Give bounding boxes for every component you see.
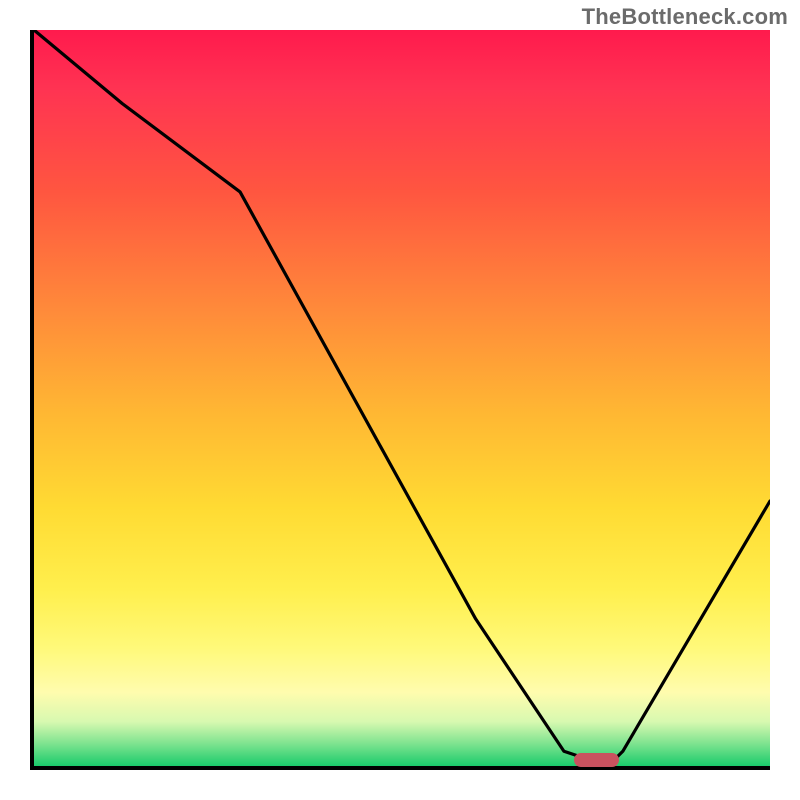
- chart-container: TheBottleneck.com: [0, 0, 800, 800]
- optimal-marker: [574, 753, 618, 767]
- bottleneck-curve: [34, 30, 770, 766]
- watermark-text: TheBottleneck.com: [582, 4, 788, 30]
- plot-area: [30, 30, 770, 770]
- curve-layer: [34, 30, 770, 766]
